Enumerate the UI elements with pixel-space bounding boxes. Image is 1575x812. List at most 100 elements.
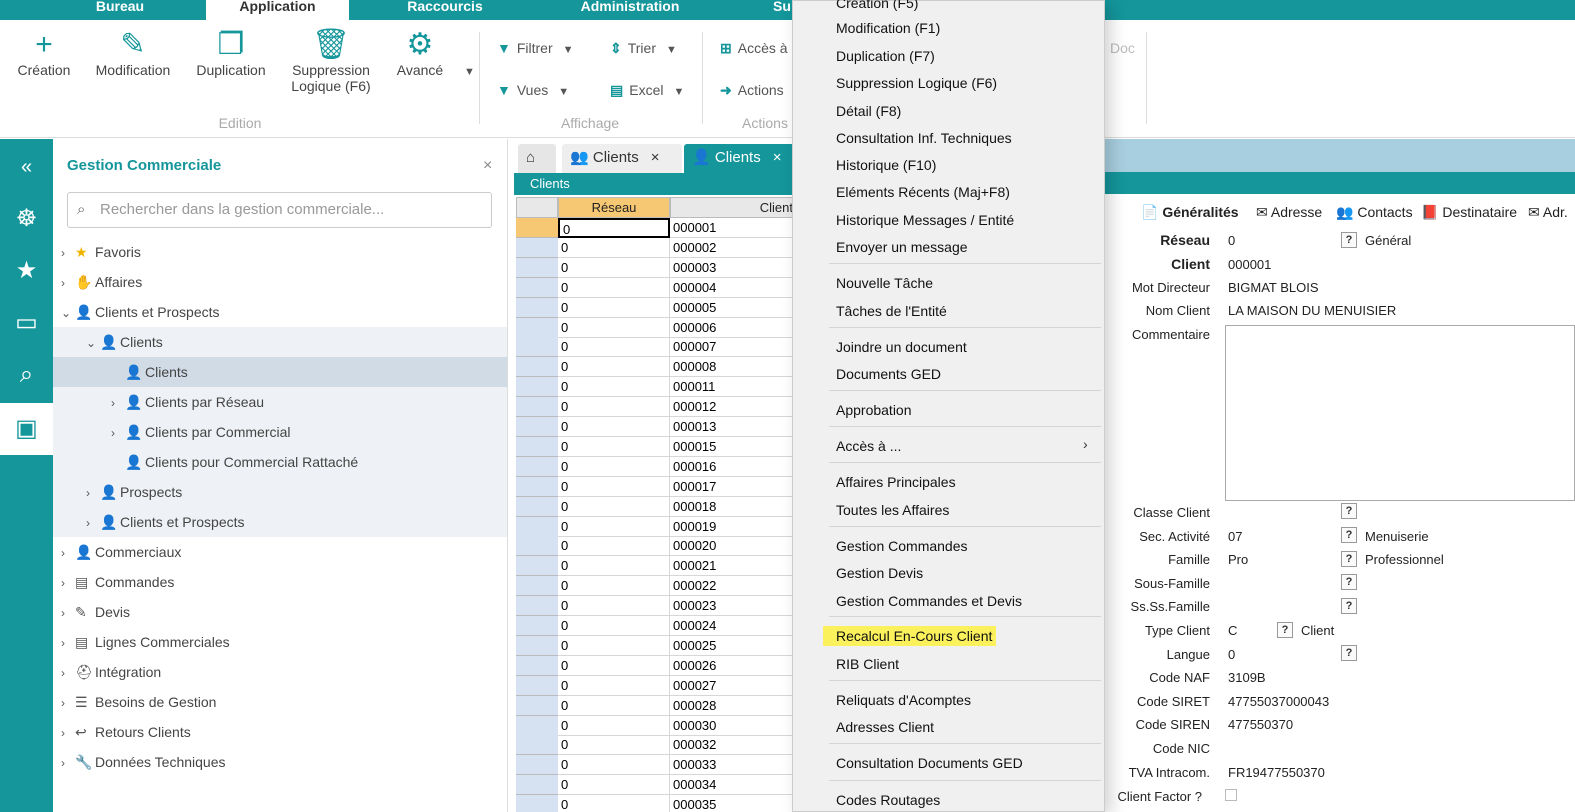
row-selector[interactable] xyxy=(516,635,558,656)
tab-destinataire[interactable]: 📕 Destinataire xyxy=(1415,199,1517,225)
actions-button[interactable]: ➜ Actions xyxy=(720,82,784,99)
cell-reseau[interactable]: 0 xyxy=(558,476,670,497)
tree-item-integration[interactable]: › ⛑ Intégration xyxy=(53,657,507,687)
cell-client[interactable]: 000026 xyxy=(670,655,806,676)
tab-generalites[interactable]: 📄 Généralités xyxy=(1135,199,1239,225)
close-icon[interactable]: × xyxy=(651,149,660,166)
cell-client[interactable]: 000032 xyxy=(670,735,806,756)
cell-reseau[interactable]: 0 xyxy=(558,596,670,617)
reseau-value[interactable]: 0 xyxy=(1228,233,1235,248)
tree-item-besoins-de-gestion[interactable]: › ☰ Besoins de Gestion xyxy=(53,687,507,717)
tree-item-donnees-techniques[interactable]: › 🔧 Données Techniques xyxy=(53,747,507,777)
tab-administration[interactable]: Administration xyxy=(555,0,705,20)
avance-button[interactable]: ⚙ Avancé xyxy=(390,28,450,78)
nom-client-value[interactable]: LA MAISON DU MENUISIER xyxy=(1228,303,1396,318)
tree-item-clients-group[interactable]: ⌄ 👤 Clients xyxy=(53,327,507,357)
row-selector[interactable] xyxy=(516,257,558,278)
row-selector[interactable] xyxy=(516,695,558,716)
row-selector[interactable] xyxy=(516,576,558,597)
select-all-header[interactable] xyxy=(516,197,558,218)
commentaire-field[interactable] xyxy=(1225,325,1575,501)
client-value[interactable]: 000001 xyxy=(1228,257,1271,272)
cell-reseau[interactable]: 0 xyxy=(558,417,670,437)
menu-item[interactable]: Eléments Récents (Maj+F8) xyxy=(836,182,1010,202)
cell-client[interactable]: 000011 xyxy=(670,377,806,398)
row-selector[interactable] xyxy=(516,456,558,477)
row-selector[interactable] xyxy=(516,237,558,258)
menu-item[interactable]: Consultation Inf. Techniques xyxy=(836,128,1012,148)
menu-item[interactable]: Codes Routages xyxy=(836,790,940,810)
row-selector[interactable] xyxy=(516,397,558,418)
cell-reseau[interactable]: 0 xyxy=(558,456,670,477)
home-icon[interactable]: ⌂ xyxy=(518,144,556,174)
cell-reseau[interactable]: 0 xyxy=(558,755,670,776)
cell-reseau[interactable]: 0 xyxy=(558,715,670,736)
cell-client[interactable]: 000021 xyxy=(670,556,806,577)
code-naf-value[interactable]: 3109B xyxy=(1228,670,1266,685)
cell-reseau[interactable]: 0 xyxy=(558,377,670,398)
menu-item[interactable]: Historique Messages / Entité xyxy=(836,210,1014,230)
row-selector[interactable] xyxy=(516,417,558,437)
cell-reseau[interactable]: 0 xyxy=(558,357,670,378)
tree-item-favoris[interactable]: › ★ Favoris xyxy=(53,237,507,267)
row-selector[interactable] xyxy=(516,277,558,298)
tree-item-commandes[interactable]: › ▤ Commandes xyxy=(53,567,507,597)
menu-item[interactable]: Consultation Documents GED xyxy=(836,753,1023,773)
menu-item[interactable]: RIB Client xyxy=(836,654,899,674)
tab-clients-2[interactable]: 👤 Clients × xyxy=(684,144,804,174)
famille-value[interactable]: Pro xyxy=(1228,552,1248,567)
suppression-logique-button[interactable]: 🗑 Suppression Logique (F6) xyxy=(284,28,378,94)
menu-item[interactable]: Joindre un document xyxy=(836,337,967,357)
menu-item[interactable]: Affaires Principales xyxy=(836,472,956,492)
row-selector[interactable] xyxy=(516,476,558,497)
code-siren-value[interactable]: 477550370 xyxy=(1228,717,1293,732)
cell-client[interactable]: 000028 xyxy=(670,695,806,716)
cell-reseau[interactable]: 0 xyxy=(558,397,670,418)
cell-reseau[interactable]: 0 xyxy=(558,257,670,278)
close-icon[interactable]: × xyxy=(773,149,782,166)
menu-item[interactable]: Suppression Logique (F6) xyxy=(836,73,997,93)
row-selector[interactable] xyxy=(516,516,558,537)
help-icon[interactable]: ? xyxy=(1341,232,1357,248)
cell-client[interactable]: 000005 xyxy=(670,297,806,318)
cell-client[interactable]: 000012 xyxy=(670,397,806,418)
duplication-button[interactable]: ❐ Duplication xyxy=(190,28,272,78)
cell-reseau[interactable]: 0 xyxy=(558,695,670,716)
cell-reseau[interactable]: 0 xyxy=(558,317,670,338)
vues-button[interactable]: ▼ Vues ▼ xyxy=(497,82,569,98)
creation-button[interactable]: + Création xyxy=(12,28,76,78)
cell-reseau[interactable]: 0 xyxy=(558,735,670,756)
cell-reseau[interactable]: 0 xyxy=(558,496,670,517)
tree-item-clients-et-prospects-sub[interactable]: › 👤 Clients et Prospects xyxy=(53,507,507,537)
tree-item-prospects[interactable]: › 👤 Prospects xyxy=(53,477,507,507)
tab-adresse[interactable]: ✉ Adresse xyxy=(1250,199,1322,225)
cell-reseau[interactable]: 0 xyxy=(558,337,670,358)
row-selector[interactable] xyxy=(516,496,558,517)
row-selector[interactable] xyxy=(516,755,558,776)
cell-client[interactable]: 000025 xyxy=(670,635,806,656)
cell-client[interactable]: 000019 xyxy=(670,516,806,537)
client-factor-checkbox[interactable] xyxy=(1225,789,1237,801)
search-icon[interactable]: ⌕ xyxy=(0,349,53,401)
cell-client[interactable]: 000007 xyxy=(670,337,806,358)
help-icon[interactable]: ? xyxy=(1277,622,1293,638)
tab-contacts[interactable]: 👥 Contacts xyxy=(1330,199,1413,225)
type-client-value[interactable]: C xyxy=(1228,623,1237,638)
acces-a-button[interactable]: ⊞ Accès à xyxy=(720,40,788,57)
menu-item[interactable]: Nouvelle Tâche xyxy=(836,273,933,293)
help-icon[interactable]: ? xyxy=(1341,574,1357,590)
tree-item-clients-par-reseau[interactable]: › 👤 Clients par Réseau xyxy=(53,387,507,417)
menu-item[interactable]: Modification (F1) xyxy=(836,18,940,38)
trier-button[interactable]: ⇕ Trier ▼ xyxy=(610,40,677,57)
row-selector[interactable] xyxy=(516,297,558,318)
help-icon[interactable]: ? xyxy=(1341,645,1357,661)
wheel-icon[interactable]: ☸ xyxy=(0,193,53,245)
menu-item[interactable]: Reliquats d'Acomptes xyxy=(836,690,971,710)
row-selector[interactable] xyxy=(516,655,558,676)
menu-item[interactable]: Gestion Commandes et Devis xyxy=(836,591,1022,611)
row-selector[interactable] xyxy=(516,795,558,812)
cell-client[interactable]: 000024 xyxy=(670,616,806,636)
close-icon[interactable]: × xyxy=(483,157,492,175)
tab-raccourcis[interactable]: Raccourcis xyxy=(380,0,510,20)
row-selector[interactable] xyxy=(516,556,558,577)
